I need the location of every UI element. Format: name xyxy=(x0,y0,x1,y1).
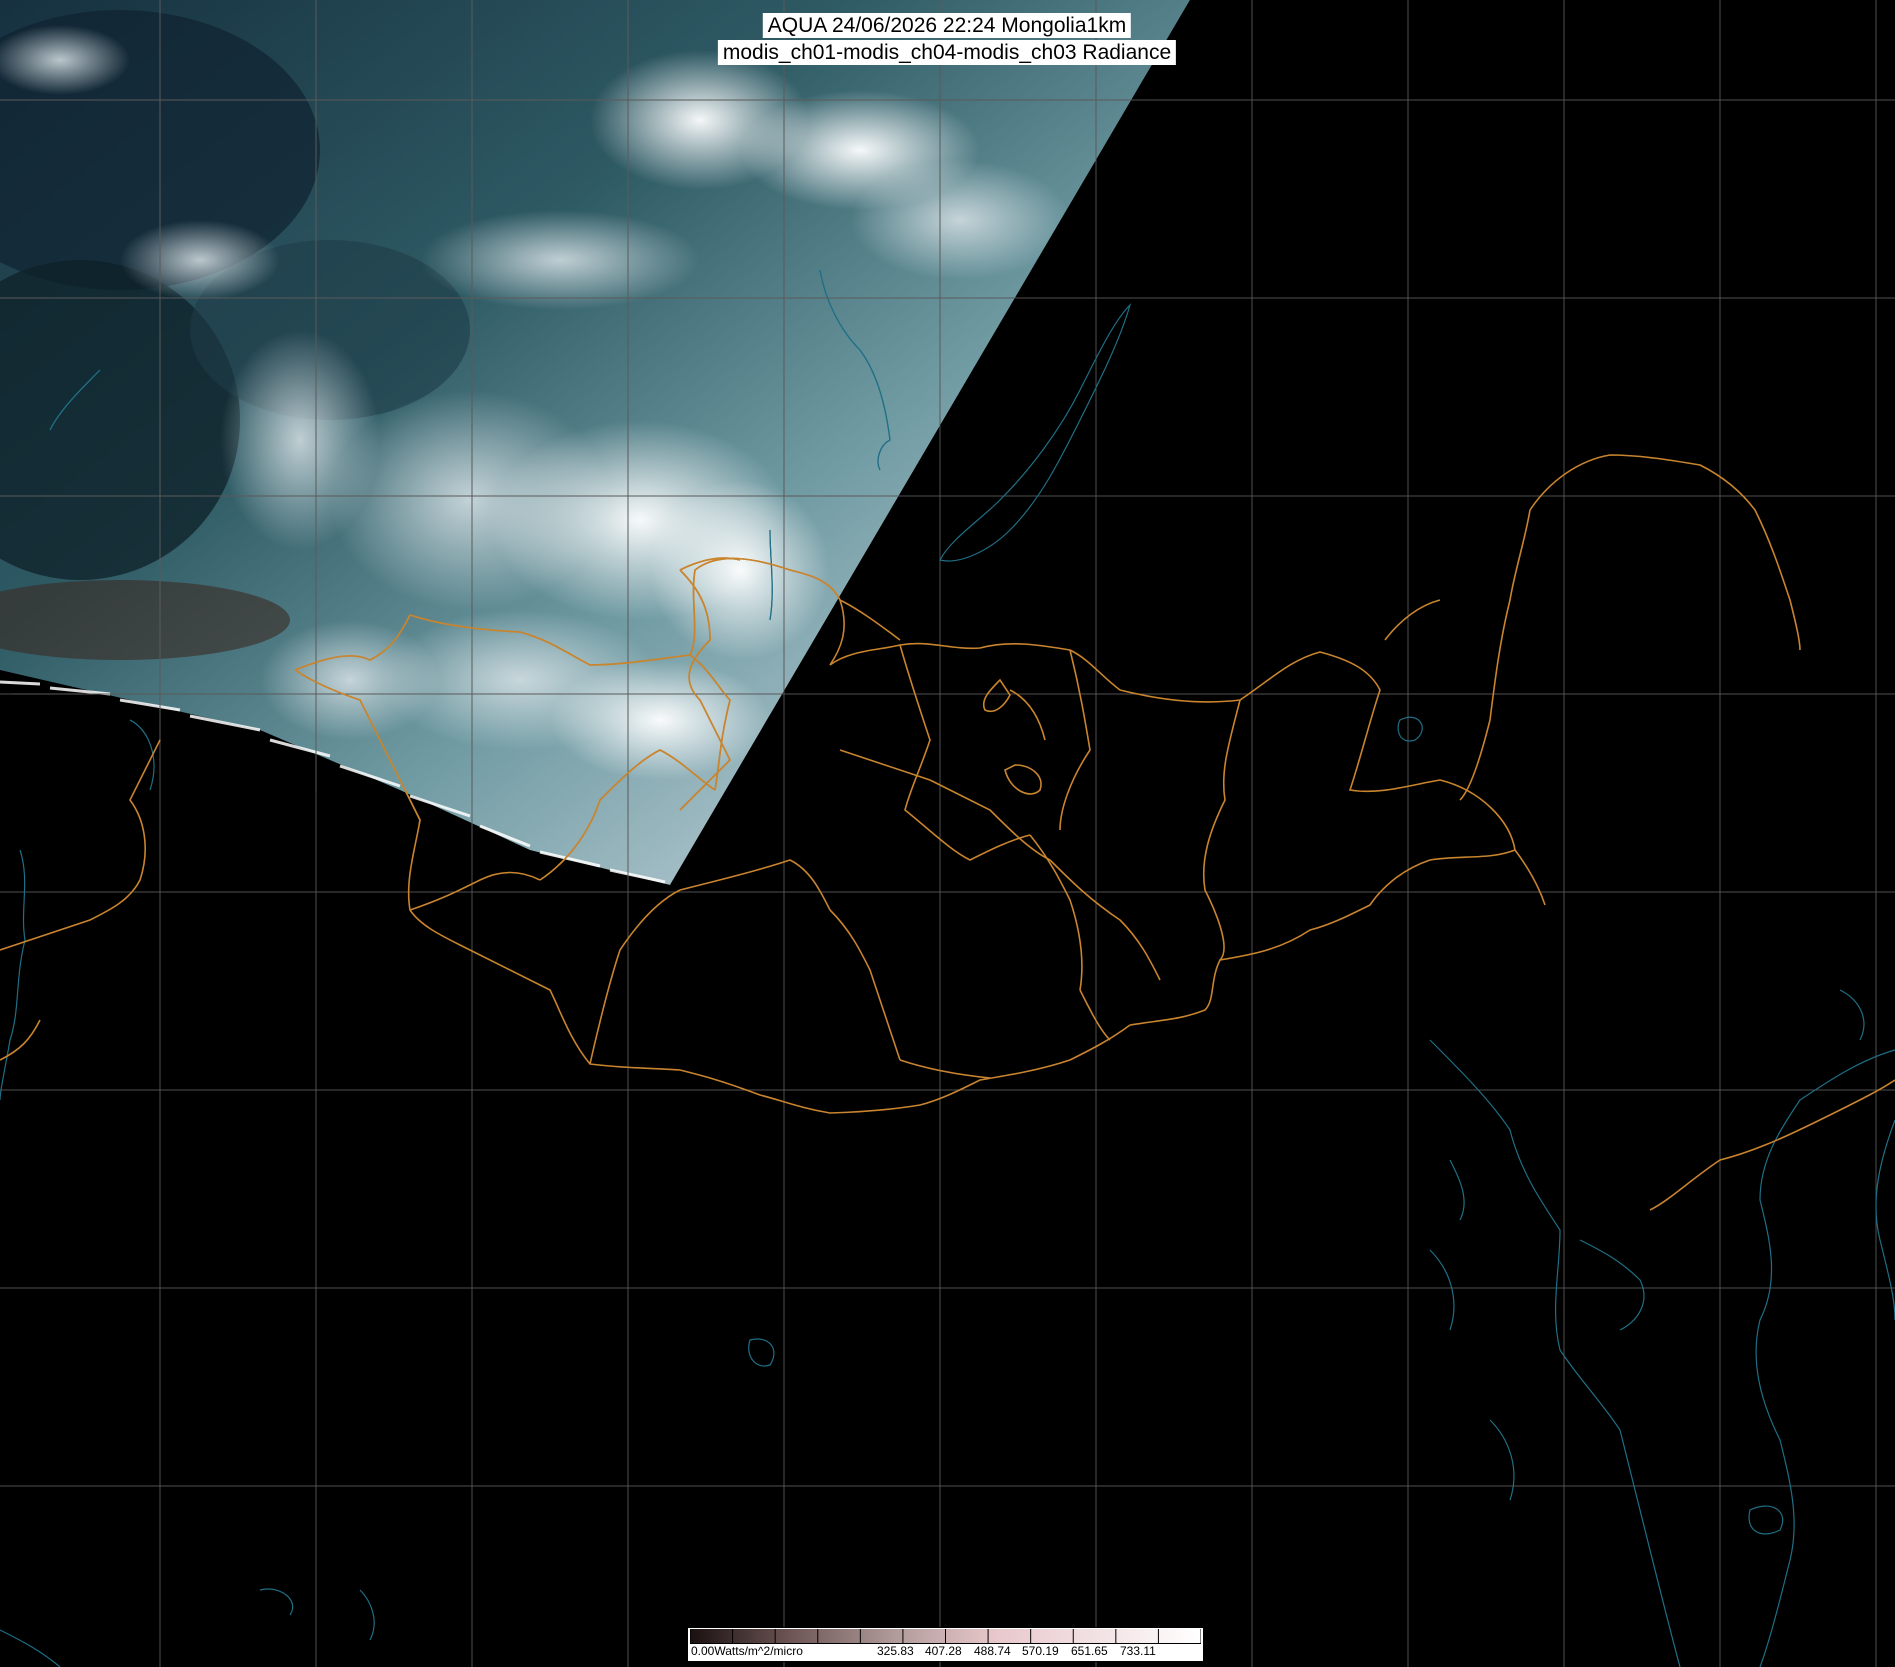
legend-label: 407.28 xyxy=(925,1644,962,1658)
legend-label: 488.74 xyxy=(974,1644,1011,1658)
satellite-map xyxy=(0,0,1895,1667)
color-scale-legend: 0.00Watts/m^2/micro 325.83 407.28 488.74 570… xyxy=(687,1627,1204,1662)
legend-label: 570.19 xyxy=(1022,1644,1059,1658)
map-title-line-1: AQUA 24/06/2026 22:24 Mongolia1km xyxy=(762,13,1132,38)
legend-label: 651.65 xyxy=(1071,1644,1108,1658)
legend-label: 733.11 xyxy=(1120,1644,1156,1658)
legend-label: 0.00Watts/m^2/micro xyxy=(691,1644,803,1658)
legend-label: 325.83 xyxy=(877,1644,914,1658)
legend-tick-marks xyxy=(690,1629,1201,1643)
satellite-map-view: AQUA 24/06/2026 22:24 Mongolia1km modis_… xyxy=(0,0,1895,1667)
map-title-line-2: modis_ch01-modis_ch04-modis_ch03 Radianc… xyxy=(717,40,1177,65)
